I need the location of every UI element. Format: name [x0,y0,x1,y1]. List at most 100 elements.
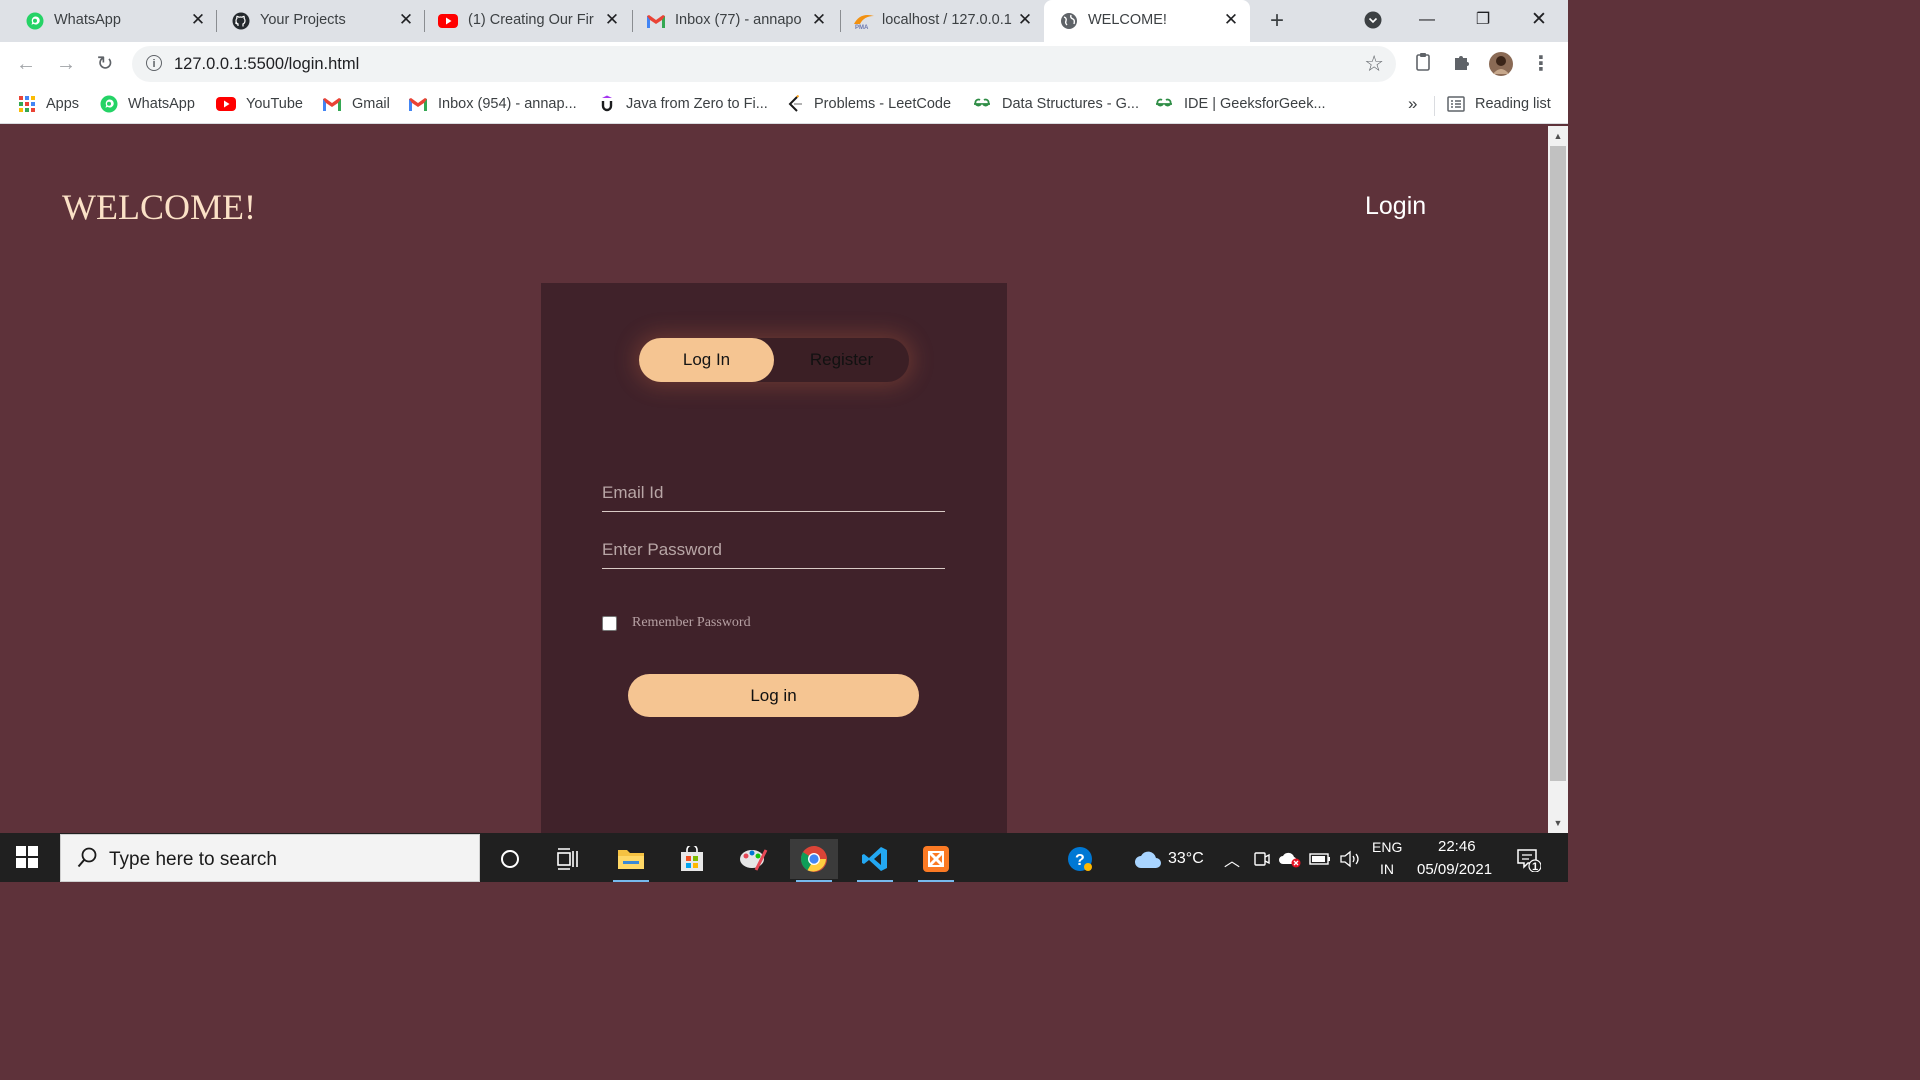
tab-close-icon[interactable]: ✕ [809,10,829,30]
volume-icon[interactable] [1330,839,1370,879]
tab-title: Inbox (77) - annapo [675,12,802,28]
password-field[interactable] [602,532,945,569]
tab-title: WhatsApp [54,12,121,28]
weather-cloud-icon[interactable] [1124,839,1172,879]
weather-temperature[interactable]: 33°C [1168,850,1204,868]
gmail-icon [647,15,665,28]
bookmarks-divider [1434,96,1435,116]
bookmark-label: Java from Zero to Fi... [626,96,768,112]
cortana-icon[interactable] [486,839,534,879]
bookmark-java-course[interactable]: Java from Zero to Fi... [598,94,768,114]
tab-gmail-inbox[interactable]: Inbox (77) - annapo ✕ [632,0,838,42]
tab-phpmyadmin[interactable]: PMA localhost / 127.0.0.1 ✕ [840,0,1044,42]
svg-text:PMA: PMA [855,25,869,30]
svg-text:?: ? [1075,852,1085,869]
running-indicator [796,880,832,882]
reading-list-button[interactable]: Reading list [1447,94,1551,114]
bookmark-label: Data Structures - G... [1002,96,1139,112]
scroll-down-arrow-icon[interactable]: ▼ [1548,815,1568,831]
notification-center-icon[interactable]: 1 [1506,839,1550,879]
running-indicator [918,880,954,882]
language-indicator-top[interactable]: ENG [1372,839,1402,855]
bookmark-apps[interactable]: Apps [18,94,79,114]
bookmark-label: YouTube [246,96,303,112]
paint-3d-icon[interactable] [729,839,777,879]
github-icon [232,12,250,30]
apps-grid-icon [19,96,35,112]
nav-login-link[interactable]: Login [1365,192,1426,221]
tab-close-icon[interactable]: ✕ [1015,10,1035,30]
toggle-login-button[interactable]: Log In [639,338,774,382]
bookmark-youtube[interactable]: YouTube [216,94,303,114]
bookmark-gfg-ide[interactable]: IDE | GeeksforGeek... [1154,94,1326,114]
scrollbar-thumb[interactable] [1550,146,1566,781]
clock-date[interactable]: 05/09/2021 [1417,861,1492,878]
bookmark-whatsapp[interactable]: WhatsApp [100,94,195,114]
extension-clipboard-icon[interactable] [1411,52,1435,76]
minimize-icon[interactable]: — [1412,6,1442,34]
windows-start-icon[interactable] [16,846,38,868]
tab-close-icon[interactable]: ✕ [188,10,208,30]
bookmark-leetcode[interactable]: Problems - LeetCode [786,94,951,114]
new-tab-plus-icon[interactable]: + [1264,8,1290,34]
chrome-taskbar-icon[interactable] [790,839,838,882]
show-hidden-icons-chevron-icon[interactable]: ︿ [1224,847,1240,871]
email-field[interactable] [602,475,945,512]
youtube-icon [438,14,458,28]
restore-icon[interactable]: ❐ [1468,6,1498,34]
youtube-icon [216,97,236,111]
bookmarks-bar: Apps WhatsApp YouTube Gmail Inbox (954) … [0,86,1568,124]
login-register-toggle: Log In Register [639,338,909,382]
taskbar-search-placeholder: Type here to search [109,849,277,870]
bookmark-label: Problems - LeetCode [814,96,952,112]
tab-search-dropdown-icon[interactable] [1358,6,1388,34]
help-tips-icon[interactable]: ? [1056,839,1104,879]
phpmyadmin-icon: PMA [854,15,874,30]
bookmark-label: Gmail [352,96,390,112]
toggle-register-button[interactable]: Register [774,338,909,382]
address-url[interactable]: 127.0.0.1:5500/login.html [174,55,359,74]
xampp-icon[interactable] [912,839,960,882]
bookmarks-overflow-icon[interactable]: » [1408,94,1417,114]
tab-title: Your Projects [260,12,346,28]
file-explorer-icon[interactable] [607,839,655,882]
tab-your-projects[interactable]: Your Projects ✕ [216,0,422,42]
remember-password-checkbox[interactable] [602,615,617,631]
bookmark-data-structures[interactable]: Data Structures - G... [972,94,1139,114]
bookmark-label: Inbox (954) - annap... [438,96,577,112]
forward-arrow-icon[interactable]: → [52,50,80,78]
microsoft-store-icon[interactable] [668,839,716,879]
taskbar-search-box[interactable]: Type here to search [60,834,480,882]
close-window-icon[interactable]: ✕ [1524,6,1554,34]
windows-taskbar: Type here to search ? 33°C ︿ ENG IN 22:4… [0,833,1568,882]
bookmark-star-icon[interactable]: ☆ [1364,51,1384,77]
profile-avatar[interactable] [1489,52,1513,76]
tab-close-icon[interactable]: ✕ [396,10,416,30]
tab-title: WELCOME! [1088,12,1167,28]
task-view-icon[interactable] [544,839,592,879]
address-bar[interactable]: i 127.0.0.1:5500/login.html ☆ [132,46,1396,82]
tab-youtube-video[interactable]: (1) Creating Our Fir ✕ [424,0,630,42]
bookmark-label: WhatsApp [128,96,195,112]
bookmark-gmail[interactable]: Gmail [322,94,390,114]
login-submit-button[interactable]: Log in [628,674,919,717]
tab-welcome-active[interactable]: WELCOME! ✕ [1044,0,1250,42]
tab-whatsapp[interactable]: WhatsApp ✕ [8,0,212,42]
tab-close-icon[interactable]: ✕ [1221,10,1241,30]
reload-icon[interactable]: ↻ [91,50,119,78]
back-arrow-icon[interactable]: ← [12,50,40,78]
vscode-icon[interactable] [851,839,899,882]
language-indicator-bottom[interactable]: IN [1380,861,1394,877]
page-viewport: WELCOME! Login Log In Register Remember … [0,126,1548,833]
bookmark-inbox[interactable]: Inbox (954) - annap... [408,94,577,114]
browser-toolbar: ← → ↻ i 127.0.0.1:5500/login.html ☆ ⋮ [0,42,1568,86]
scroll-up-arrow-icon[interactable]: ▲ [1548,128,1568,144]
leetcode-icon [788,95,802,112]
site-info-icon[interactable]: i [146,55,162,71]
tab-close-icon[interactable]: ✕ [602,10,622,30]
chrome-menu-kebab-icon[interactable]: ⋮ [1529,52,1553,76]
extensions-puzzle-icon[interactable] [1450,52,1474,76]
clock-time[interactable]: 22:46 [1438,838,1476,855]
login-card: Log In Register Remember Password Log in [541,283,1007,833]
bookmark-label: IDE | GeeksforGeek... [1184,96,1326,112]
